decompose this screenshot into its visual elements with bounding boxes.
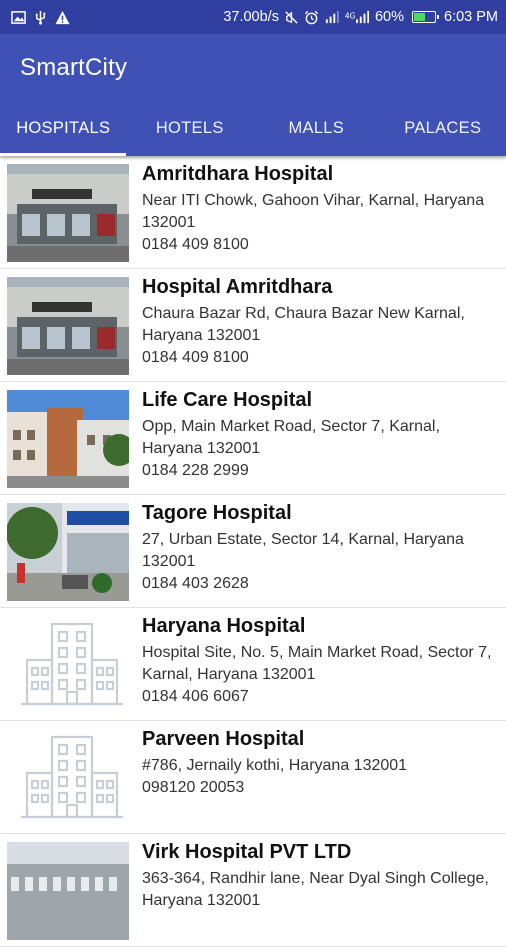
hospital-name: Life Care Hospital — [142, 388, 500, 412]
item-info: Amritdhara Hospital Near ITI Chowk, Gaho… — [142, 162, 500, 256]
signal-4g-icon: 4G — [344, 10, 370, 25]
hospital-address: Opp, Main Market Road, Sector 7, Karnal,… — [142, 416, 500, 460]
usb-icon — [33, 10, 48, 25]
list-item[interactable]: Parveen Hospital #786, Jernaily kothi, H… — [0, 721, 506, 834]
network-speed: 37.00b/s — [223, 9, 279, 25]
building-placeholder-icon — [7, 729, 129, 827]
hospital-name: Haryana Hospital — [142, 614, 500, 638]
signal-icon — [324, 10, 339, 25]
tab-malls[interactable]: MALLS — [253, 100, 380, 156]
building-placeholder-icon — [7, 616, 129, 714]
item-info: Haryana Hospital Hospital Site, No. 5, M… — [142, 614, 500, 708]
hospital-list: Amritdhara Hospital Near ITI Chowk, Gaho… — [0, 156, 506, 947]
clock: 6:03 PM — [444, 9, 498, 25]
tab-hospitals[interactable]: HOSPITALS — [0, 100, 127, 156]
hospital-photo — [7, 842, 129, 940]
item-info: Parveen Hospital #786, Jernaily kothi, H… — [142, 727, 500, 799]
hospital-address: #786, Jernaily kothi, Haryana 132001 — [142, 755, 500, 777]
hospital-name: Hospital Amritdhara — [142, 275, 500, 299]
battery-icon — [412, 11, 436, 23]
hospital-photo — [7, 390, 129, 488]
hospital-address: Near ITI Chowk, Gahoon Vihar, Karnal, Ha… — [142, 190, 500, 234]
hospital-phone: 0184 228 2999 — [142, 460, 500, 482]
alarm-icon — [304, 10, 319, 25]
hospital-name: Virk Hospital PVT LTD — [142, 840, 500, 864]
battery-fill — [414, 13, 425, 21]
hospital-address: 27, Urban Estate, Sector 14, Karnal, Har… — [142, 529, 500, 573]
app-bar: SmartCity — [0, 34, 506, 100]
list-item[interactable]: Tagore Hospital 27, Urban Estate, Sector… — [0, 495, 506, 608]
battery-percent: 60% — [375, 9, 404, 25]
hospital-name: Parveen Hospital — [142, 727, 500, 751]
tab-label: MALLS — [288, 119, 344, 138]
hospital-address: 363-364, Randhir lane, Near Dyal Singh C… — [142, 868, 500, 912]
mute-icon — [284, 10, 299, 25]
item-info: Hospital Amritdhara Chaura Bazar Rd, Cha… — [142, 275, 500, 369]
list-item[interactable]: Amritdhara Hospital Near ITI Chowk, Gaho… — [0, 156, 506, 269]
tab-indicator — [0, 153, 126, 156]
app-title: SmartCity — [20, 54, 127, 82]
list-item[interactable]: Life Care Hospital Opp, Main Market Road… — [0, 382, 506, 495]
hospital-name: Tagore Hospital — [142, 501, 500, 525]
hospital-address: Chaura Bazar Rd, Chaura Bazar New Karnal… — [142, 303, 500, 347]
image-icon — [11, 10, 26, 25]
warning-icon — [55, 10, 70, 25]
hospital-phone: 0184 409 8100 — [142, 347, 500, 369]
hospital-phone: 098120 20053 — [142, 777, 500, 799]
tab-label: HOSPITALS — [16, 119, 110, 138]
hospital-phone: 0184 409 8100 — [142, 234, 500, 256]
list-item[interactable]: Haryana Hospital Hospital Site, No. 5, M… — [0, 608, 506, 721]
tab-label: HOTELS — [156, 119, 224, 138]
tab-palaces[interactable]: PALACES — [380, 100, 506, 156]
list-item[interactable]: Hospital Amritdhara Chaura Bazar Rd, Cha… — [0, 269, 506, 382]
hospital-photo — [7, 164, 129, 262]
hospital-name: Amritdhara Hospital — [142, 162, 500, 186]
tab-bar: HOSPITALS HOTELS MALLS PALACES — [0, 100, 506, 156]
item-info: Life Care Hospital Opp, Main Market Road… — [142, 388, 500, 482]
list-item[interactable]: Virk Hospital PVT LTD 363-364, Randhir l… — [0, 834, 506, 947]
item-info: Tagore Hospital 27, Urban Estate, Sector… — [142, 501, 500, 595]
hospital-phone: 0184 406 6067 — [142, 686, 500, 708]
tab-label: PALACES — [404, 119, 481, 138]
status-right: 37.00b/s 4G 60% 6:03 PM — [223, 9, 506, 25]
hospital-phone: 0184 403 2628 — [142, 573, 500, 595]
status-bar: 37.00b/s 4G 60% 6:03 PM — [0, 0, 506, 34]
hospital-photo — [7, 277, 129, 375]
hospital-photo — [7, 503, 129, 601]
item-info: Virk Hospital PVT LTD 363-364, Randhir l… — [142, 840, 500, 912]
status-left — [0, 10, 70, 25]
tab-hotels[interactable]: HOTELS — [127, 100, 254, 156]
svg-text:4G: 4G — [345, 11, 356, 20]
hospital-address: Hospital Site, No. 5, Main Market Road, … — [142, 642, 500, 686]
